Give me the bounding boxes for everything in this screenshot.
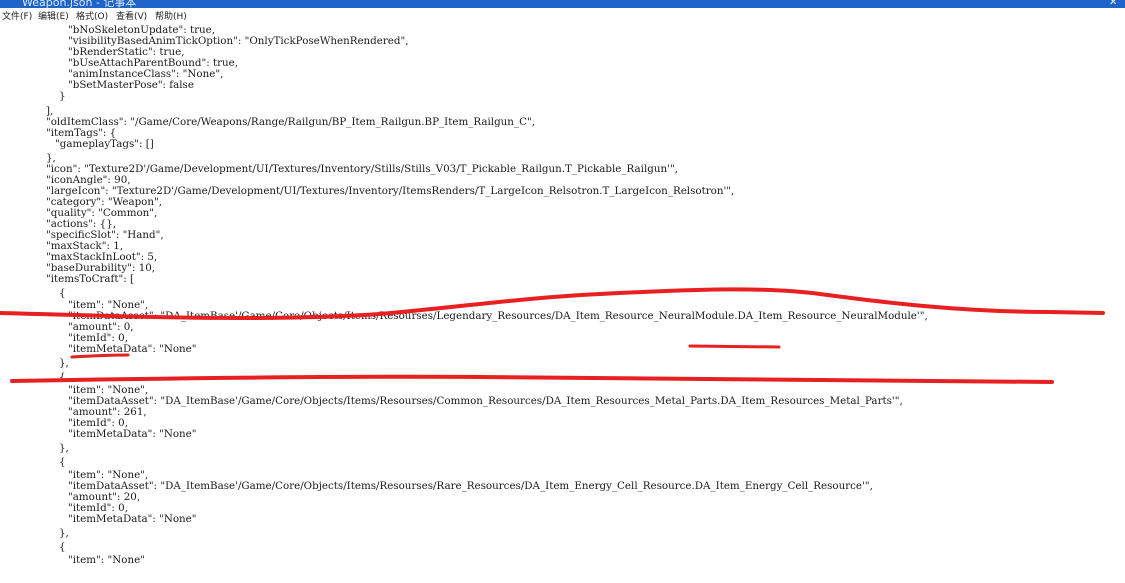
code-line: { <box>59 541 66 553</box>
code-line: "itemsToCraft": [ <box>46 273 134 285</box>
code-line: }, <box>59 442 69 454</box>
code-line: { <box>59 287 66 299</box>
window-title: Weapon.json - 记事本 <box>22 0 137 8</box>
code-line: "bSetMasterPose": false <box>68 79 194 91</box>
title-bar: Weapon.json - 记事本 ✕ <box>0 0 1125 8</box>
menu-file[interactable]: 文件(F) <box>2 9 32 22</box>
code-line: { <box>59 371 66 383</box>
code-line: "itemDataAsset": "DA_ItemBase'/Game/Core… <box>68 480 873 492</box>
code-line: "oldItemClass": "/Game/Core/Weapons/Rang… <box>46 116 535 128</box>
code-line: "itemDataAsset": "DA_ItemBase'/Game/Core… <box>68 395 903 407</box>
menu-help[interactable]: 帮助(H) <box>155 9 187 22</box>
text-editor-area[interactable]: "bNoSkeletonUpdate": true, "visibilityBa… <box>0 22 1125 583</box>
menu-bar: 文件(F) 编辑(E) 格式(O) 查看(V) 帮助(H) <box>0 8 1125 22</box>
code-line: "icon": "Texture2D'/Game/Development/UI/… <box>46 163 678 175</box>
code-line: "itemMetaData": "None" <box>68 343 197 355</box>
menu-edit[interactable]: 编辑(E) <box>38 9 69 22</box>
menu-format[interactable]: 格式(O) <box>76 9 108 22</box>
code-line: }, <box>59 357 69 369</box>
menu-view[interactable]: 查看(V) <box>116 9 147 22</box>
code-line: "gameplayTags": [] <box>55 138 154 150</box>
code-line: "item": "None" <box>68 554 145 566</box>
code-line: "itemMetaData": "None" <box>68 513 197 525</box>
code-line: } <box>59 90 66 102</box>
code-line: { <box>59 456 66 468</box>
code-line: }, <box>59 527 69 539</box>
code-line: "itemDataAsset": "DA_ItemBase'/Game/Core… <box>68 310 928 322</box>
close-icon[interactable]: ✕ <box>1109 0 1119 8</box>
code-line: "itemMetaData": "None" <box>68 428 197 440</box>
